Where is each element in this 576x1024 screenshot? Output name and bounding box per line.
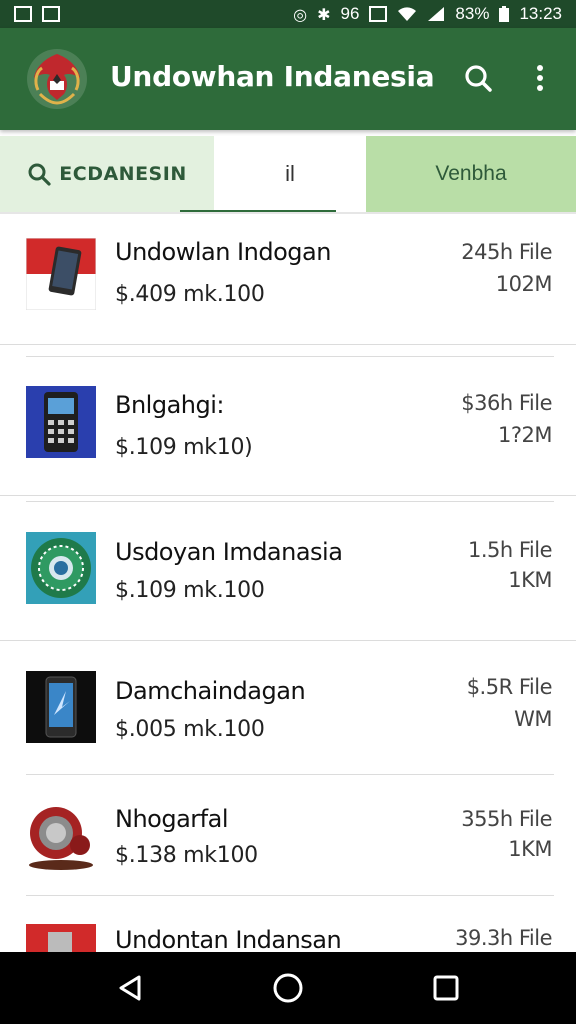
item-size: 1.5h File xyxy=(467,538,553,562)
home-button[interactable] xyxy=(268,968,308,1008)
item-downloads: WM xyxy=(514,707,552,731)
search-icon xyxy=(28,163,51,186)
battery-percent: 83% xyxy=(455,4,490,23)
home-icon xyxy=(273,973,303,1003)
list-item[interactable]: Undontan Indansan 39.3h File xyxy=(0,896,576,952)
clock: 13:23 xyxy=(519,4,562,23)
item-size: 245h File xyxy=(461,240,552,264)
tab-selected[interactable]: il xyxy=(214,136,366,212)
item-title: Undowlan Indogan xyxy=(115,238,331,266)
tab-search[interactable]: ECDANESIN xyxy=(0,136,214,212)
overflow-menu-button[interactable] xyxy=(520,58,560,98)
item-downloads: 1KM xyxy=(508,568,552,592)
item-price: $.005 mk.100 xyxy=(115,717,265,742)
item-size: $36h File xyxy=(461,391,552,415)
tab-label: ECDANESIN xyxy=(59,163,187,185)
flag-icon xyxy=(26,924,96,952)
signal-icon xyxy=(428,7,445,21)
tab-label: il xyxy=(285,161,295,186)
recents-button[interactable] xyxy=(426,968,466,1008)
more-vert-icon xyxy=(537,65,543,91)
back-button[interactable] xyxy=(110,968,150,1008)
back-icon xyxy=(119,975,141,1001)
list-item[interactable]: Damchaindagan $.005 mk.100 $.5R File WM xyxy=(0,641,576,774)
list-item[interactable]: Bnlgahgi: $.109 mk10) $36h File 1?2M xyxy=(0,357,576,495)
item-size: $.5R File xyxy=(466,675,553,699)
item-title: Bnlgahgi: xyxy=(115,391,224,419)
list-item[interactable]: Usdoyan Imdanasia $.109 mk.100 1.5h File… xyxy=(0,502,576,640)
smartphone-icon xyxy=(26,671,96,743)
item-price: $.409 mk.100 xyxy=(115,282,265,307)
search-button[interactable] xyxy=(458,58,498,98)
item-title: Undontan Indansan xyxy=(115,926,342,952)
nfc-icon: ◎ xyxy=(293,4,308,24)
item-title: Usdoyan Imdanasia xyxy=(115,538,343,566)
bluetooth-icon: ✱ xyxy=(317,4,331,24)
flag-phone-icon xyxy=(26,238,96,310)
tab-bar: ECDANESIN il Venbha xyxy=(0,136,576,214)
item-price: $.138 mk100 xyxy=(115,843,258,868)
garuda-logo-icon xyxy=(27,49,87,109)
app-list[interactable]: Undowlan Indogan $.409 mk.100 245h File … xyxy=(0,214,576,952)
item-title: Damchaindagan xyxy=(115,677,306,705)
status-bar: ◎ ✱ 96 83% 13:23 xyxy=(0,0,576,28)
vibrate-icon xyxy=(369,6,388,22)
item-downloads: 102M xyxy=(495,272,553,296)
image-icon xyxy=(14,6,32,22)
signal-text: 96 xyxy=(340,4,360,23)
recents-icon xyxy=(433,975,459,1001)
feature-phone-icon xyxy=(26,386,96,458)
battery-icon xyxy=(499,6,510,22)
item-title: Nhogarfal xyxy=(115,805,228,833)
system-nav-bar xyxy=(0,952,576,1024)
wifi-icon xyxy=(398,7,417,21)
divider xyxy=(0,344,576,345)
item-price: $.109 mk10) xyxy=(115,435,253,460)
mail-icon xyxy=(42,6,60,22)
item-downloads: 1?2M xyxy=(498,423,553,447)
divider xyxy=(0,495,576,496)
search-icon xyxy=(465,65,492,92)
tab-venbha[interactable]: Venbha xyxy=(366,136,576,212)
app-bar: Undowhan Indanesia xyxy=(0,28,576,130)
app-title: Undowhan Indanesia xyxy=(110,60,435,93)
item-price: $.109 mk.100 xyxy=(115,578,265,603)
item-size: 39.3h File xyxy=(455,926,552,950)
tab-label: Venbha xyxy=(435,162,507,185)
emblem-icon xyxy=(26,532,96,604)
item-size: 355h File xyxy=(461,807,552,831)
item-downloads: 1KM xyxy=(508,837,552,861)
list-item[interactable]: Undowlan Indogan $.409 mk.100 245h File … xyxy=(0,214,576,344)
speaker-icon xyxy=(29,807,93,870)
list-item[interactable]: Nhogarfal $.138 mk100 355h File 1KM xyxy=(0,775,576,895)
